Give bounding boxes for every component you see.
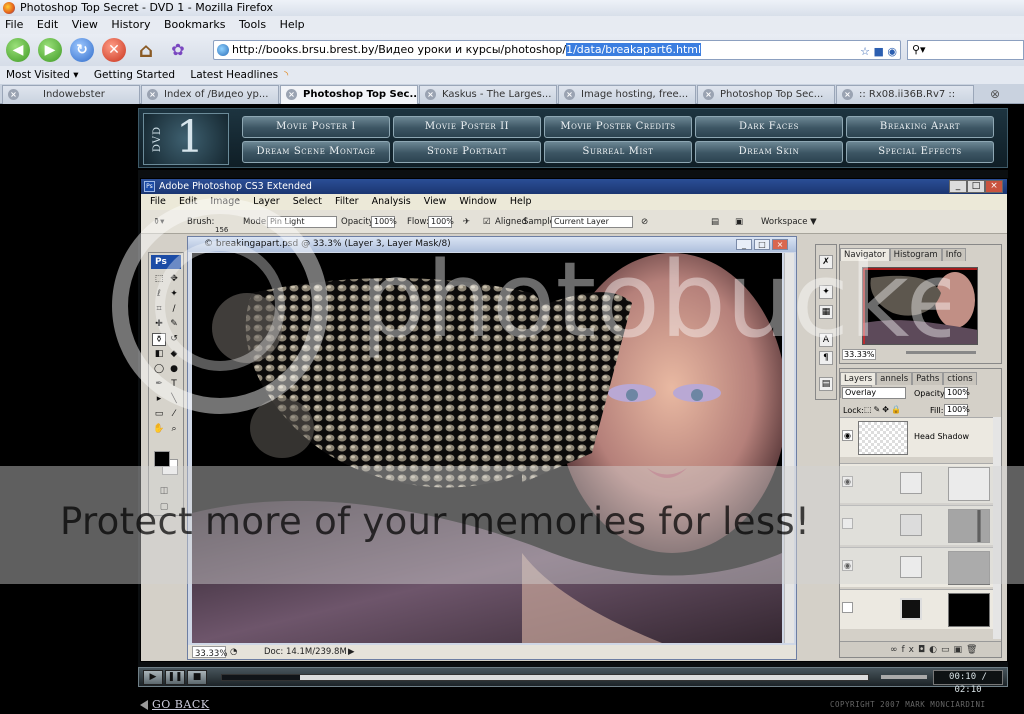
menu-history[interactable]: History xyxy=(106,16,155,34)
play-icon[interactable]: ▶ xyxy=(143,670,163,685)
menu-surreal-mist[interactable]: Surreal Mist xyxy=(544,141,692,163)
photobucket-watermark-logo: photobucket xyxy=(112,198,950,414)
progress-fill xyxy=(222,675,300,680)
progress-track[interactable] xyxy=(221,674,869,681)
forward-arrow-icon[interactable]: ▶ xyxy=(38,38,62,62)
screen: Photoshop Top Secret - DVD 1 - Mozilla F… xyxy=(0,0,1024,714)
adjustment-thumbnail xyxy=(900,598,922,620)
tab-photoshop-top-secret-active[interactable]: × Photoshop Top Sec... xyxy=(280,85,418,104)
bookmark-getting-started[interactable]: Getting Started xyxy=(88,66,181,84)
video-transport-bar: ▶ ❚❚ ■ 00:10 / 02:10 xyxy=(138,667,1008,695)
tab-rx08[interactable]: ×:: Rx08.ii36B.Rv7 :: xyxy=(836,85,974,104)
time-display: 00:10 / 02:10 xyxy=(933,670,1003,695)
close-icon[interactable]: × xyxy=(985,180,1003,193)
go-back-label: GO BACK xyxy=(152,698,210,711)
dvd-logo-label: DVD xyxy=(152,126,163,153)
bookmark-most-visited[interactable]: Most Visited ▾ xyxy=(0,66,85,84)
browser-titlebar: Photoshop Top Secret - DVD 1 - Mozilla F… xyxy=(0,0,1024,16)
copyright-text: COPYRIGHT 2007 MARK MONCIARDINI xyxy=(830,700,986,709)
tab-index-of[interactable]: × Index of /Видео ур... xyxy=(141,85,279,104)
menu-dark-faces[interactable]: Dark Faces xyxy=(695,116,843,138)
search-icon: ⚲▾ xyxy=(912,43,926,56)
close-tab-icon[interactable]: × xyxy=(703,89,714,100)
pause-icon[interactable]: ❚❚ xyxy=(165,670,185,685)
close-tab-icon[interactable]: × xyxy=(147,89,158,100)
layers-footer-icons[interactable]: ∞fx◘◐▭▣🗑 xyxy=(840,641,1001,657)
stop-playback-icon[interactable]: ■ xyxy=(187,670,207,685)
menu-special-effects[interactable]: Special Effects xyxy=(846,141,994,163)
minimize-icon[interactable]: _ xyxy=(949,180,967,193)
stop-icon[interactable]: ✕ xyxy=(102,38,126,62)
menu-tools[interactable]: Tools xyxy=(234,16,271,34)
visibility-eye-icon[interactable] xyxy=(842,602,853,613)
reload-icon[interactable]: ↻ xyxy=(70,38,94,62)
bookmarks-toolbar: Most Visited ▾ Getting Started Latest He… xyxy=(0,66,1024,84)
bookmark-star-icon[interactable]: ☆ ■ ◉ xyxy=(860,43,897,59)
go-back-link[interactable]: GO BACK xyxy=(140,698,209,711)
tab-indowebster[interactable]: × Indowebster xyxy=(2,85,140,104)
watermark-logo-text: photobucket xyxy=(360,239,950,361)
maximize-icon[interactable]: □ xyxy=(967,180,985,193)
layer-row-adjustment-4[interactable] xyxy=(840,589,993,629)
close-tab-icon[interactable]: × xyxy=(286,89,297,100)
url-selected-text: 1/data/breakapart6.html xyxy=(566,43,702,56)
status-info-icon[interactable]: ◔ xyxy=(230,645,237,659)
close-tab-icon[interactable]: × xyxy=(8,89,19,100)
go-back-arrow-icon xyxy=(140,700,148,710)
menu-help[interactable]: Help xyxy=(275,16,310,34)
menu-dream-scene-montage[interactable]: Dream Scene Montage xyxy=(242,141,390,163)
menu-dream-skin[interactable]: Dream Skin xyxy=(695,141,843,163)
menu-bookmarks[interactable]: Bookmarks xyxy=(159,16,230,34)
close-tab-icon[interactable]: × xyxy=(842,89,853,100)
tab-image-hosting[interactable]: × Image hosting, free... xyxy=(558,85,696,104)
rss-icon: ◝ xyxy=(284,69,289,81)
menu-breaking-apart[interactable]: Breaking Apart xyxy=(846,116,994,138)
address-bar[interactable]: http://books.brsu.brest.by/Видео уроки и… xyxy=(213,40,901,60)
site-identity-icon xyxy=(217,44,229,56)
tab-strip: × Indowebster × Index of /Видео ур... × Pho… xyxy=(0,84,1024,104)
doc-zoom-field[interactable]: 33.33% xyxy=(192,646,227,659)
tab-kaskus[interactable]: × Kaskus - The Larges... xyxy=(419,85,557,104)
tab-photoshop-top-secret-2[interactable]: × Photoshop Top Sec... xyxy=(697,85,835,104)
search-input[interactable]: ⚲▾ xyxy=(907,40,1024,60)
addon-icon[interactable]: ✿ xyxy=(166,38,190,62)
document-status-bar: 33.33% ◔ Doc: 14.1M/239.8M ▶ xyxy=(188,645,796,659)
close-window-tab-icon[interactable]: ⊗ xyxy=(990,87,1000,101)
close-tab-icon[interactable]: × xyxy=(425,89,436,100)
menu-edit[interactable]: Edit xyxy=(32,16,63,34)
back-arrow-icon[interactable]: ◀ xyxy=(6,38,30,62)
bookmark-latest-headlines[interactable]: Latest Headlines xyxy=(184,66,284,84)
volume-slider[interactable] xyxy=(881,675,927,679)
foreground-color-swatch[interactable] xyxy=(154,451,170,467)
browser-title: Photoshop Top Secret - DVD 1 - Mozilla F… xyxy=(20,1,274,14)
url-prefix: http://books.brsu.brest.by/Видео уроки и… xyxy=(232,43,567,56)
menu-movie-poster-credits[interactable]: Movie Poster Credits xyxy=(544,116,692,138)
home-icon[interactable]: ⌂ xyxy=(134,38,158,62)
watermark-tagline: Protect more of your memories for less! xyxy=(60,500,811,543)
dvd-logo: DVD 1 xyxy=(143,112,229,165)
firefox-icon xyxy=(3,2,15,14)
doc-size-info: Doc: 14.1M/239.8M xyxy=(264,647,347,657)
menu-stone-portrait[interactable]: Stone Portrait xyxy=(393,141,541,163)
dvd-logo-number: 1 xyxy=(176,112,204,163)
browser-menubar: File Edit View History Bookmarks Tools H… xyxy=(0,16,1024,34)
menu-view[interactable]: View xyxy=(67,16,103,34)
menu-file[interactable]: File xyxy=(0,16,28,34)
dvd-header: DVD 1 Movie Poster I Movie Poster II Mov… xyxy=(138,108,1008,168)
menu-movie-poster-2[interactable]: Movie Poster II xyxy=(393,116,541,138)
status-arrow-icon[interactable]: ▶ xyxy=(348,645,355,659)
close-tab-icon[interactable]: × xyxy=(564,89,575,100)
menu-movie-poster-1[interactable]: Movie Poster I xyxy=(242,116,390,138)
layer-mask-thumbnail xyxy=(948,593,990,627)
